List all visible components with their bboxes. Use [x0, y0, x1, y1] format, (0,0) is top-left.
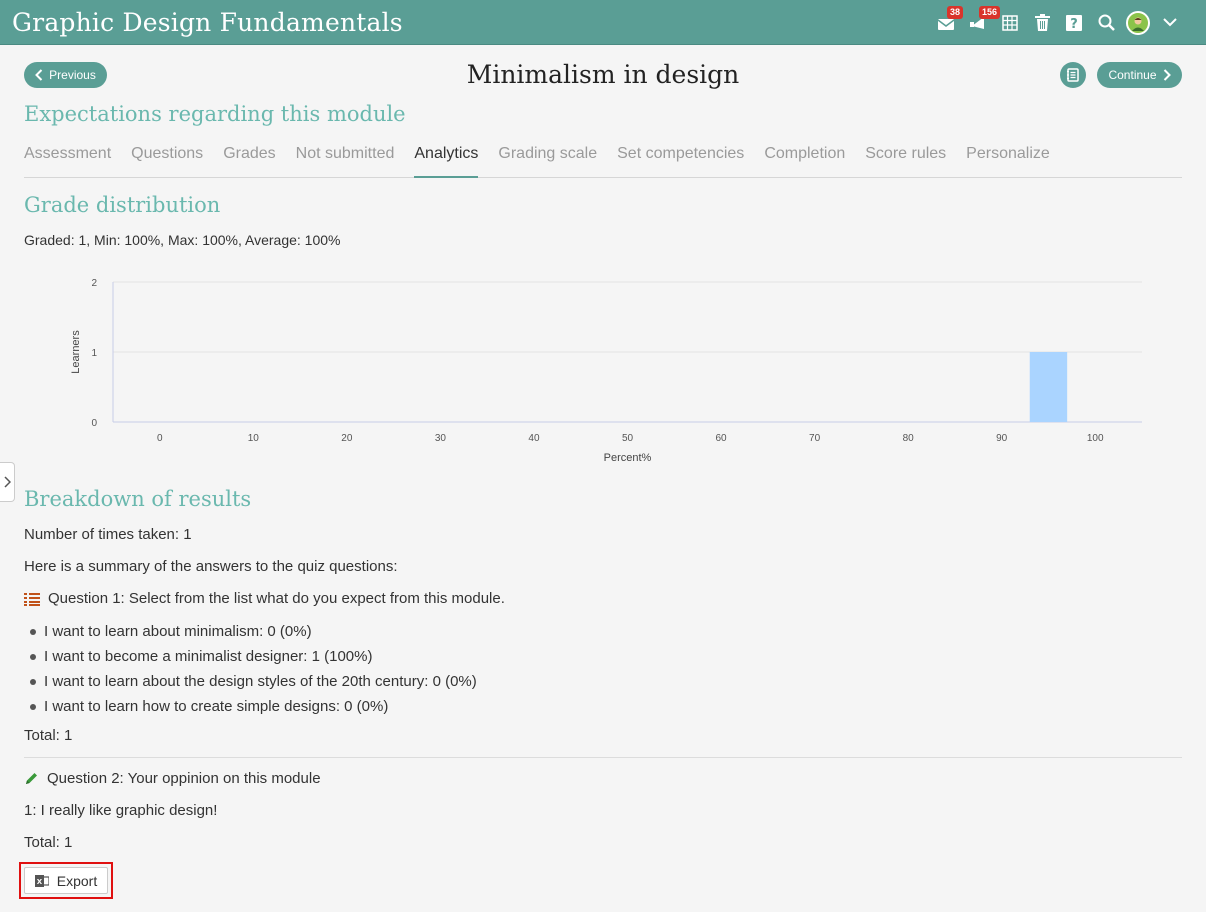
question-2-text: : Your oppinion on this module — [119, 770, 321, 787]
list-item: I want to learn about minimalism: 0 (0%) — [30, 619, 477, 644]
x-tick-label: 70 — [809, 433, 821, 444]
tab-analytics[interactable]: Analytics — [414, 140, 479, 178]
x-tick-label: 0 — [157, 433, 163, 444]
notes-button[interactable] — [1060, 62, 1086, 88]
summary-intro: Here is a summary of the answers to the … — [24, 558, 398, 575]
y-axis-label: Learners — [70, 330, 82, 374]
tab-grading-scale[interactable]: Grading scale — [498, 140, 597, 178]
notifications-icon[interactable]: 156 — [962, 0, 1001, 45]
question-1: Question 1: Select from the list what do… — [24, 590, 505, 607]
x-tick-label: 60 — [715, 433, 727, 444]
sidebar-toggle[interactable] — [0, 462, 15, 502]
question-2-answer: 1: I really like graphic design! — [24, 802, 218, 819]
y-tick-label: 1 — [91, 348, 97, 359]
grade-summary: Graded: 1, Min: 100%, Max: 100%, Average… — [24, 232, 341, 248]
question-1-total: Total: 1 — [24, 727, 73, 744]
export-label: Export — [56, 872, 98, 889]
grade-distribution-heading: Grade distribution — [24, 193, 221, 217]
x-axis-label: Percent% — [604, 452, 652, 464]
tab-not-submitted[interactable]: Not submitted — [296, 140, 395, 178]
top-bar: Graphic Design Fundamentals 38 156 ? — [0, 0, 1206, 45]
question-2: Question 2: Your oppinion on this module — [24, 770, 321, 787]
x-tick-label: 20 — [341, 433, 353, 444]
chart-bar — [1029, 352, 1068, 422]
question-1-label: Question 1 — [48, 590, 121, 607]
list-item: I want to become a minimalist designer: … — [30, 644, 477, 669]
x-tick-label: 10 — [248, 433, 260, 444]
export-button[interactable]: X Export — [24, 867, 108, 894]
tab-assessment[interactable]: Assessment — [24, 140, 111, 178]
list-item: I want to learn about the design styles … — [30, 669, 477, 694]
question-1-text: : Select from the list what do you expec… — [120, 590, 505, 607]
tab-completion[interactable]: Completion — [764, 140, 845, 178]
list-item: I want to learn how to create simple des… — [30, 694, 477, 719]
avatar — [1126, 10, 1150, 35]
y-tick-label: 2 — [91, 278, 97, 289]
x-tick-label: 50 — [622, 433, 634, 444]
times-taken: Number of times taken: 1 — [24, 526, 192, 543]
chevron-down-icon[interactable] — [1154, 0, 1186, 45]
question-2-label: Question 2 — [47, 770, 120, 787]
trash-icon[interactable] — [1026, 0, 1058, 45]
x-tick-label: 80 — [903, 433, 915, 444]
app-title[interactable]: Graphic Design Fundamentals — [12, 8, 403, 37]
list-icon — [24, 592, 40, 606]
tab-grades[interactable]: Grades — [223, 140, 275, 178]
x-tick-label: 90 — [996, 433, 1008, 444]
continue-label: Continue — [1108, 68, 1157, 82]
x-tick-label: 100 — [1087, 433, 1104, 444]
svg-text:?: ? — [1070, 17, 1078, 31]
svg-text:X: X — [37, 878, 43, 886]
question-1-answers: I want to learn about minimalism: 0 (0%)… — [30, 619, 477, 719]
notebook-icon — [1067, 68, 1079, 82]
calendar-icon[interactable] — [994, 0, 1026, 45]
grade-distribution-chart: 0120 10 20 30 40 50 60 70 80 90 100Percent%Learner… — [70, 278, 1142, 464]
module-heading: Expectations regarding this module — [24, 102, 406, 126]
tab-set-competencies[interactable]: Set competencies — [617, 140, 744, 178]
tab-personalize[interactable]: Personalize — [966, 140, 1050, 178]
tab-questions[interactable]: Questions — [131, 140, 203, 178]
x-tick-label: 40 — [528, 433, 540, 444]
tab-score-rules[interactable]: Score rules — [865, 140, 946, 178]
breakdown-heading: Breakdown of results — [24, 487, 252, 511]
chevron-right-icon — [3, 476, 11, 488]
chevron-right-icon — [1163, 69, 1171, 81]
messages-icon[interactable]: 38 — [930, 0, 964, 45]
module-tabs: Assessment Questions Grades Not submitte… — [24, 140, 1182, 178]
divider — [24, 757, 1182, 758]
pencil-icon — [26, 773, 37, 784]
page-title: Minimalism in design — [466, 60, 740, 89]
x-tick-label: 30 — [435, 433, 447, 444]
top-icons: 38 156 ? — [930, 0, 1186, 45]
search-icon[interactable] — [1090, 0, 1122, 45]
question-2-total: Total: 1 — [24, 834, 73, 851]
help-icon[interactable]: ? — [1058, 0, 1090, 45]
user-avatar[interactable] — [1122, 0, 1154, 45]
messages-badge: 38 — [947, 6, 964, 19]
y-tick-label: 0 — [91, 418, 97, 429]
excel-icon: X — [34, 874, 49, 887]
continue-button[interactable]: Continue — [1097, 62, 1182, 88]
